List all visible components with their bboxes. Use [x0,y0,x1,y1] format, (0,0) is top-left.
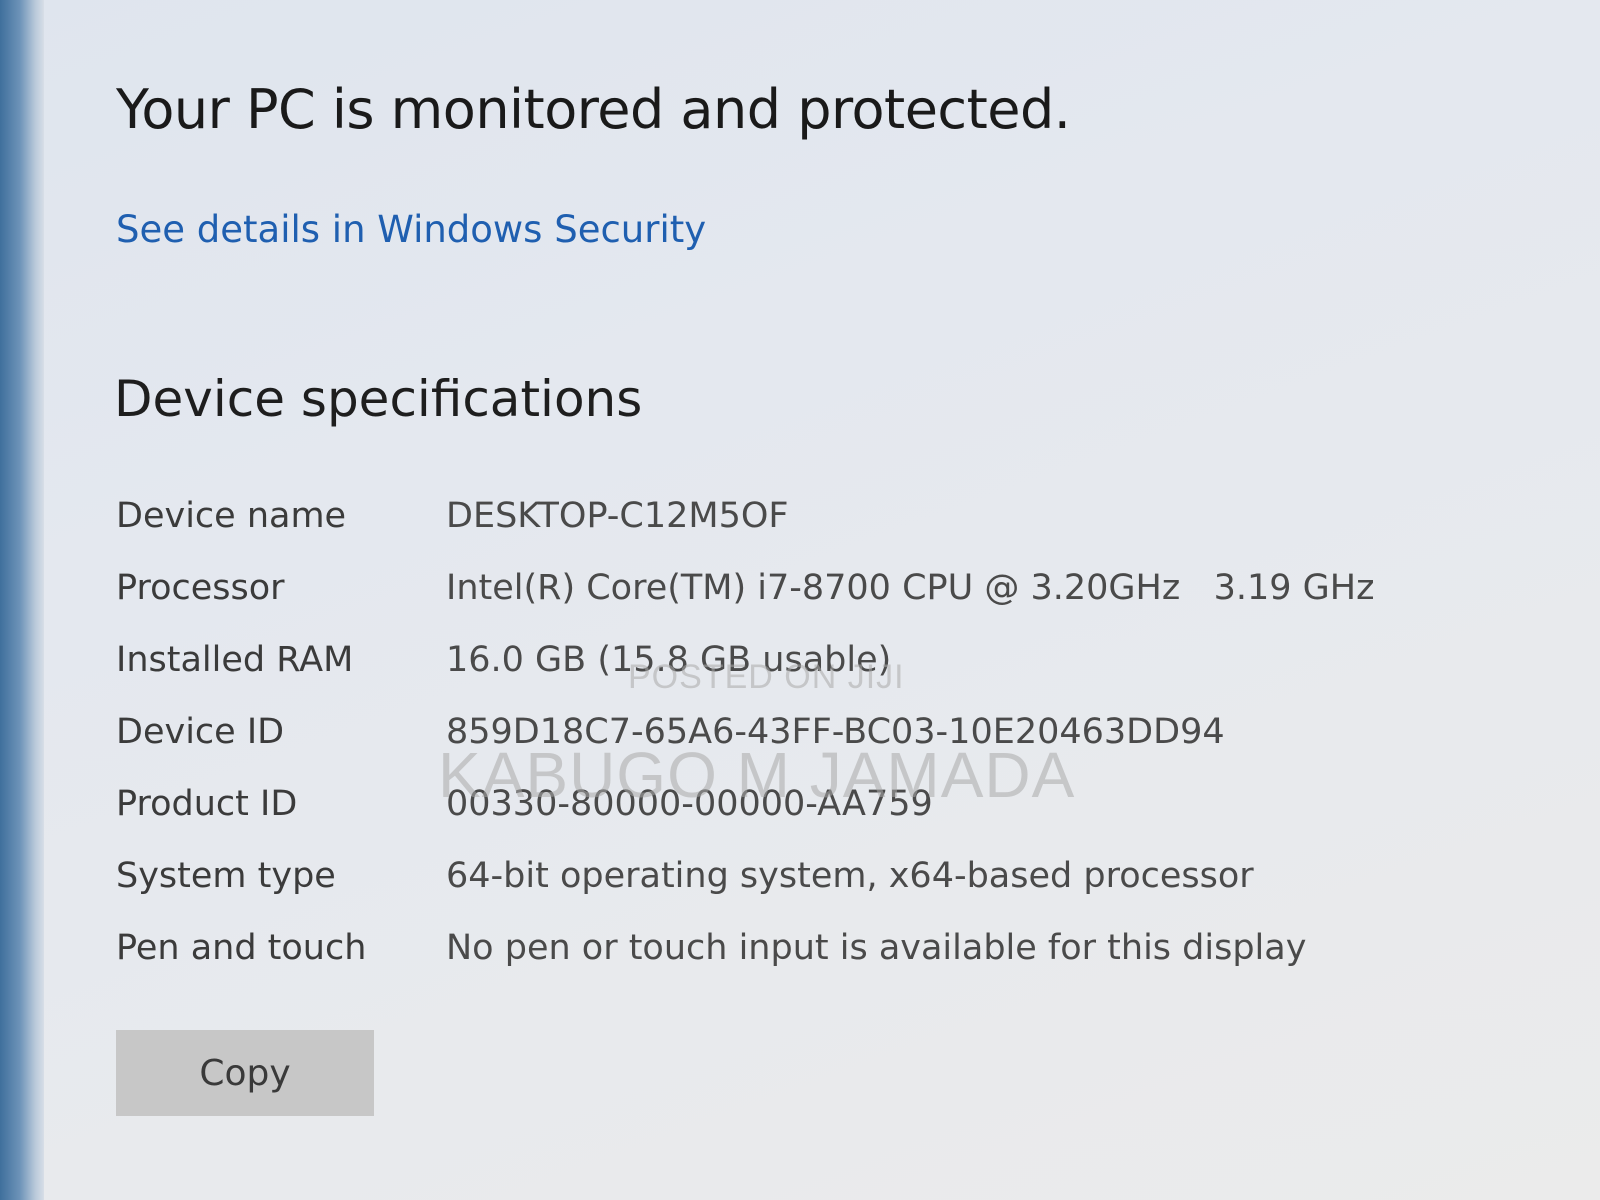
spec-label: Pen and touch [116,928,367,968]
protection-status-heading: Your PC is monitored and protected. [116,78,1071,141]
spec-label: Device ID [116,712,285,752]
spec-row-product-id: Product ID 00330-80000-00000-AA759 [116,784,1516,856]
spec-value: Intel(R) Core(TM) i7-8700 CPU @ 3.20GHz … [446,568,1375,608]
spec-label: Device name [116,496,347,536]
spec-label: Product ID [116,784,298,824]
spec-label: Installed RAM [116,640,354,680]
spec-row-system-type: System type 64-bit operating system, x64… [116,856,1516,928]
copy-button[interactable]: Copy [116,1030,374,1116]
spec-row-device-name: Device name DESKTOP-C12M5OF [116,496,1516,568]
spec-label: Processor [116,568,285,608]
device-specifications-table: Device name DESKTOP-C12M5OF Processor In… [116,496,1516,1000]
spec-row-device-id: Device ID 859D18C7-65A6-43FF-BC03-10E204… [116,712,1516,784]
spec-value: No pen or touch input is available for t… [446,928,1307,968]
spec-row-processor: Processor Intel(R) Core(TM) i7-8700 CPU … [116,568,1516,640]
spec-value: DESKTOP-C12M5OF [446,496,789,536]
windows-security-link[interactable]: See details in Windows Security [116,208,706,251]
device-specifications-title: Device specifications [114,370,643,428]
spec-row-pen-and-touch: Pen and touch No pen or touch input is a… [116,928,1516,1000]
spec-value: 00330-80000-00000-AA759 [446,784,933,824]
about-content: Your PC is monitored and protected. See … [114,0,1556,1200]
spec-value: 16.0 GB (15.8 GB usable) [446,640,892,680]
window-left-edge [0,0,44,1200]
spec-value: 64-bit operating system, x64-based proce… [446,856,1254,896]
spec-row-installed-ram: Installed RAM 16.0 GB (15.8 GB usable) [116,640,1516,712]
spec-value: 859D18C7-65A6-43FF-BC03-10E20463DD94 [446,712,1225,752]
spec-label: System type [116,856,336,896]
